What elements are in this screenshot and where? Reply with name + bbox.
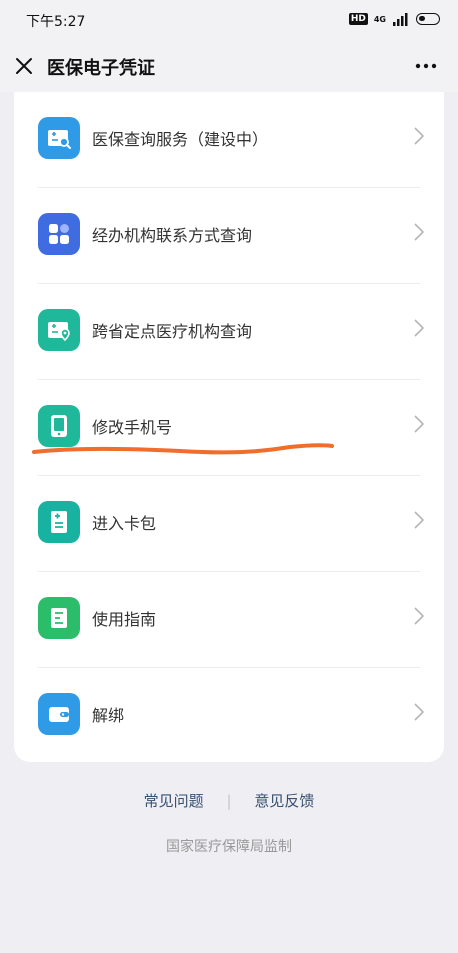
page-title: 医保电子凭证 — [47, 58, 155, 79]
card-search-icon — [38, 117, 80, 159]
menu-item-unbind[interactable]: 解绑 — [14, 668, 444, 764]
close-icon[interactable] — [12, 54, 36, 78]
chevron-right-icon — [414, 703, 425, 721]
underline-annotation — [32, 443, 334, 455]
more-icon[interactable] — [414, 54, 438, 78]
card-location-icon — [38, 309, 80, 351]
chevron-right-icon — [414, 127, 425, 145]
menu-item-agency-contact[interactable]: 经办机构联系方式查询 — [14, 188, 444, 284]
wallet-icon — [38, 693, 80, 735]
footer-links: 常见问题 | 意见反馈 — [0, 790, 458, 811]
supervisor-text: 国家医疗保障局监制 — [166, 839, 292, 855]
card-holder-icon — [38, 501, 80, 543]
menu-item-label: 使用指南 — [92, 610, 157, 629]
chevron-right-icon — [414, 319, 425, 337]
menu-item-card-holder[interactable]: 进入卡包 — [14, 476, 444, 572]
footer-separator: | — [226, 792, 232, 810]
status-time: 下午5:27 — [26, 14, 86, 30]
guide-icon — [38, 597, 80, 639]
menu-item-label: 跨省定点医疗机构查询 — [92, 322, 253, 341]
title-bar: 医保电子凭证 — [0, 40, 458, 92]
signal-icon — [393, 13, 408, 26]
network-type: 4G — [373, 14, 386, 24]
menu-item-label: 经办机构联系方式查询 — [92, 226, 253, 245]
chevron-right-icon — [414, 607, 425, 625]
chevron-right-icon — [414, 223, 425, 241]
menu-item-label: 医保查询服务（建设中） — [92, 130, 269, 149]
menu-item-insurance-query[interactable]: 医保查询服务（建设中） — [14, 92, 444, 188]
menu-item-user-guide[interactable]: 使用指南 — [14, 572, 444, 668]
feedback-link[interactable]: 意见反馈 — [254, 792, 314, 810]
status-bar: 下午5:27 HD 4G — [0, 0, 458, 40]
status-icons: HD 4G — [348, 12, 440, 26]
apps-grid-icon — [38, 213, 80, 255]
hd-badge: HD — [348, 13, 368, 25]
faq-link[interactable]: 常见问题 — [144, 792, 204, 810]
menu-item-cross-province-query[interactable]: 跨省定点医疗机构查询 — [14, 284, 444, 380]
menu-item-label: 进入卡包 — [92, 514, 157, 533]
menu-item-label: 解绑 — [92, 706, 125, 725]
menu-item-label: 修改手机号 — [92, 418, 173, 437]
chevron-right-icon — [414, 415, 425, 433]
menu-card: 医保查询服务（建设中） 经办机构联系方式查询 跨省定点医疗机构查询 修改手机号 … — [14, 92, 444, 762]
chevron-right-icon — [414, 511, 425, 529]
battery-icon — [416, 13, 440, 25]
